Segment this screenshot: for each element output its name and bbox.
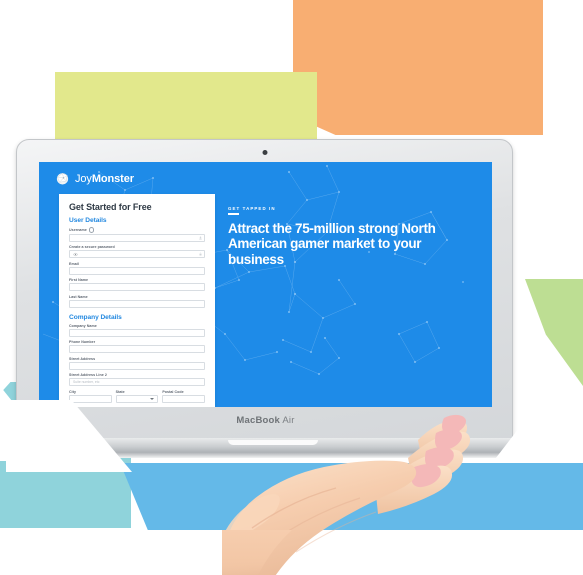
postal-code-input[interactable] <box>162 394 206 403</box>
field-label-text: Create a secure password <box>69 245 115 250</box>
hero-copy: GET TAPPED IN Attract the 75-million str… <box>228 206 458 267</box>
field-label: First Name <box>69 278 205 282</box>
laptop-lid: JoyMonster Get Started for Free User Det… <box>16 139 513 443</box>
lock-icon <box>199 252 201 256</box>
laptop-screen: JoyMonster Get Started for Free User Det… <box>39 162 492 407</box>
street-address-input[interactable] <box>69 361 205 370</box>
hero-eyebrow: GET TAPPED IN <box>228 206 276 211</box>
input-placeholder: Suite number, etc <box>73 380 100 385</box>
field-label-text: Last Name <box>69 294 88 299</box>
section-heading-company-details: Company Details <box>69 313 122 321</box>
field-label-text: Username <box>69 227 87 232</box>
field-label-text: Street Address <box>69 356 96 361</box>
field-email: Email <box>69 262 205 275</box>
field-last-name: Last Name <box>69 295 205 308</box>
email-input[interactable] <box>69 266 205 275</box>
company-name-input[interactable] <box>69 328 205 337</box>
state-select[interactable] <box>115 394 159 403</box>
field-label-text: Email <box>69 261 79 266</box>
hero-illustration-canvas: JoyMonster Get Started for Free User Det… <box>0 0 583 575</box>
field-label: Last Name <box>69 295 205 299</box>
help-circle-icon[interactable] <box>88 227 95 233</box>
form-title: Get Started for Free <box>69 202 152 212</box>
orange-rectangle-shape <box>293 0 543 135</box>
field-label: Street Address Line 2 <box>69 373 205 377</box>
field-password: Create a secure password <box>69 245 205 259</box>
field-label: Street Address <box>69 357 205 361</box>
username-input[interactable] <box>69 233 205 242</box>
street-address-2-input[interactable]: Suite number, etc <box>69 378 205 387</box>
phone-number-input[interactable] <box>69 345 205 354</box>
password-input[interactable] <box>69 250 205 259</box>
field-label-text: State <box>115 389 125 394</box>
brand-name-text: JoyMonster <box>75 172 134 185</box>
city-state-postal-row: City State Postal Code <box>69 390 206 403</box>
brand-logo[interactable]: JoyMonster <box>55 171 134 186</box>
field-label: Email <box>69 262 205 266</box>
field-username: Username <box>69 227 205 242</box>
field-postal-code: Postal Code <box>162 390 206 403</box>
field-city: City <box>69 390 112 403</box>
field-state: State <box>115 390 159 403</box>
city-input[interactable] <box>69 394 112 403</box>
green-arrow-shape <box>525 279 583 386</box>
webcam-icon <box>262 150 267 155</box>
field-label: Company Name <box>69 324 205 328</box>
last-name-input[interactable] <box>69 299 205 308</box>
section-heading-user-details: User Details <box>69 217 107 224</box>
first-name-input[interactable] <box>69 283 205 292</box>
field-label-text: City <box>69 389 76 394</box>
field-label-text: Phone Number <box>69 340 96 345</box>
field-label-text: Street Address Line 2 <box>69 373 107 378</box>
chevron-down-icon <box>150 397 155 400</box>
field-label-text: Company Name <box>69 323 97 328</box>
field-label-text: First Name <box>69 278 89 283</box>
globe-polygon-icon <box>56 172 69 185</box>
field-first-name: First Name <box>69 278 205 292</box>
field-label: Phone Number <box>69 340 205 344</box>
field-label: City <box>69 390 112 394</box>
hero-headline: Attract the 75-million strong North Amer… <box>228 220 436 267</box>
hero-eyebrow-rule <box>228 213 239 215</box>
field-label: Username <box>69 227 205 233</box>
field-label: State <box>116 390 159 394</box>
field-label: Create a secure password <box>69 245 205 249</box>
field-company-name: Company Name <box>69 324 205 337</box>
field-label: Postal Code <box>162 390 205 394</box>
eye-icon[interactable] <box>73 252 78 257</box>
field-street-address-2: Street Address Line 2 Suite number, etc <box>69 373 205 387</box>
signup-form-card: Get Started for Free User Details Userna… <box>59 194 215 407</box>
user-icon <box>198 236 202 240</box>
open-hand-illustration <box>222 414 471 575</box>
field-phone-number: Phone Number <box>69 340 205 354</box>
field-label-text: Postal Code <box>162 389 184 394</box>
field-street-address: Street Address <box>69 357 205 370</box>
